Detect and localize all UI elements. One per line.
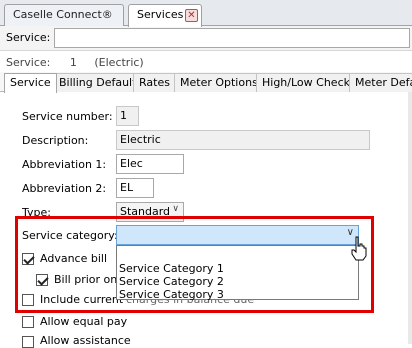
tab-services[interactable]: Services ✕ [128,4,202,27]
abbreviation-2-field[interactable]: EL [116,178,154,198]
description-field[interactable]: Electric [116,130,370,150]
allow-assistance-checkbox[interactable] [22,336,34,348]
tab-meter-options[interactable]: Meter Options [174,73,264,92]
abbreviation-2-label: Abbreviation 2: [22,182,107,195]
allow-equal-pay-label: Allow equal pay [40,315,128,328]
tab-label: Meter Options [180,76,258,89]
dropdown-option[interactable]: Service Category 1 [119,262,224,275]
tab-label: Rates [139,76,170,89]
close-icon[interactable]: ✕ [185,9,198,22]
tab-label: Services [137,8,184,21]
allow-equal-pay-checkbox[interactable] [22,316,34,328]
allow-assistance-label: Allow assistance [40,334,131,347]
hand-pointer-icon [351,236,367,261]
dropdown-option[interactable]: Service Category 2 [119,275,224,288]
service-search-input[interactable] [54,28,410,48]
type-label: Type: [22,206,51,219]
abbreviation-1-label: Abbreviation 1: [22,158,107,171]
advance-bill-checkbox[interactable] [22,253,34,265]
service-category-label: Service category: [22,229,118,242]
tab-label: Caselle Connect® [13,8,113,21]
tab-label: High/Low Checks [262,76,356,89]
chevron-down-icon: ∨ [172,204,179,214]
include-current-label: Include current [40,293,124,306]
description-label: Description: [22,134,89,147]
tab-caselle-connect[interactable]: Caselle Connect® [4,4,124,26]
service-number-field: 1 [116,106,139,126]
service-info-label: Service: [6,56,51,69]
advance-bill-label: Advance bill [40,252,107,265]
abbreviation-1-field[interactable]: Elec [116,154,184,174]
scrollbar[interactable] [408,92,412,344]
tab-service[interactable]: Service [4,73,57,93]
service-info-name: (Electric) [94,56,144,69]
tab-high-low-checks[interactable]: High/Low Checks [256,73,362,92]
service-number-label: Service number: [22,110,113,123]
type-select[interactable]: Standard ∨ [116,202,184,222]
tab-label: Meter Defau [355,76,412,89]
include-current-checkbox[interactable] [22,294,34,306]
tab-rates[interactable]: Rates [133,73,176,92]
service-category-dropdown-list: Service Category 1 Service Category 2 Se… [116,245,359,301]
dropdown-option[interactable]: Service Category 3 [119,288,224,301]
service-info-line: Service: 1 (Electric) [6,56,144,69]
tab-meter-defaults[interactable]: Meter Defau [349,73,412,92]
type-select-value: Standard [120,205,171,218]
tab-label: Billing Defaults [59,76,143,89]
tab-label: Service [10,76,51,89]
service-info-number: 1 [69,56,77,69]
service-category-select[interactable]: ∨ [116,225,359,245]
bill-prior-checkbox[interactable] [36,274,48,286]
service-search-label: Service: [6,31,51,44]
